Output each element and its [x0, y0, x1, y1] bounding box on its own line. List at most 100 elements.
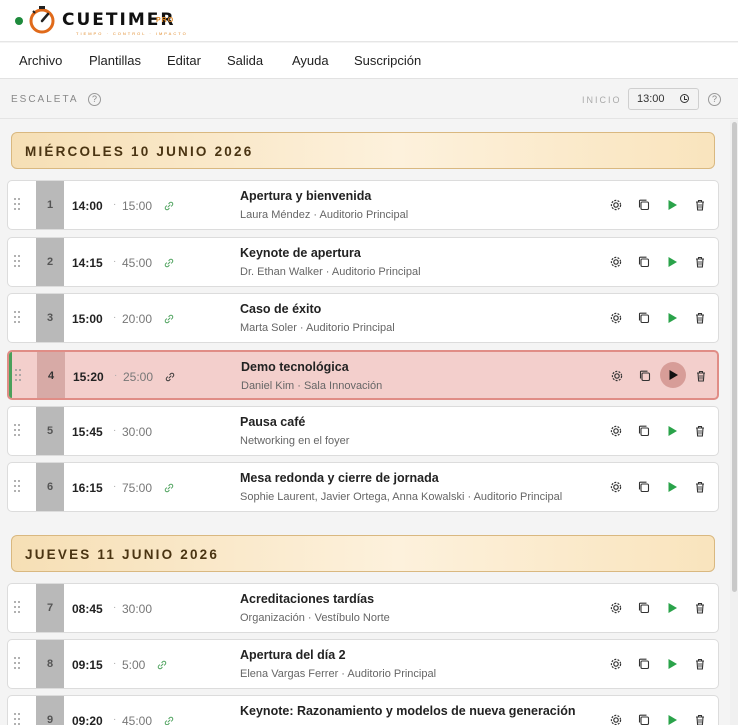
cue-row[interactable]: 4 15:20 · 25:00 Demo tecnológica Daniel Kim ·…: [7, 350, 719, 400]
duplicate-icon[interactable]: [637, 657, 651, 671]
trash-icon[interactable]: [693, 198, 707, 212]
cue-duration[interactable]: 25:00: [123, 370, 153, 384]
drag-handle-icon[interactable]: [14, 713, 22, 725]
settings-gear-icon[interactable]: [609, 311, 623, 325]
play-icon[interactable]: [665, 601, 679, 615]
menu-archivo[interactable]: Archivo: [19, 53, 62, 68]
cue-title[interactable]: Acreditaciones tardías: [240, 592, 374, 606]
settings-gear-icon[interactable]: [609, 424, 623, 438]
scrollbar-thumb[interactable]: [732, 122, 737, 592]
menu-suscripcion[interactable]: Suscripción: [354, 53, 421, 68]
duplicate-icon[interactable]: [637, 713, 651, 725]
duplicate-icon[interactable]: [638, 369, 652, 383]
help-icon[interactable]: ?: [88, 93, 101, 106]
cue-row[interactable]: 8 09:15 · 5:00 Apertura del día 2 Elena Varga…: [7, 639, 719, 689]
settings-gear-icon[interactable]: [609, 255, 623, 269]
cue-start-time[interactable]: 08:45: [72, 602, 103, 616]
trash-icon[interactable]: [693, 255, 707, 269]
drag-handle-icon[interactable]: [14, 601, 22, 615]
cue-start-time[interactable]: 14:00: [72, 199, 103, 213]
cue-duration[interactable]: 15:00: [122, 199, 152, 213]
cue-title[interactable]: Mesa redonda y cierre de jornada: [240, 471, 439, 485]
trash-icon[interactable]: [693, 601, 707, 615]
settings-gear-icon[interactable]: [609, 198, 623, 212]
menu-salida[interactable]: Salida: [227, 53, 263, 68]
drag-handle-icon[interactable]: [15, 369, 23, 383]
play-icon[interactable]: [665, 657, 679, 671]
duplicate-icon[interactable]: [637, 311, 651, 325]
play-icon[interactable]: [665, 311, 679, 325]
menu-editar[interactable]: Editar: [167, 53, 201, 68]
trash-icon[interactable]: [693, 657, 707, 671]
settings-gear-icon[interactable]: [609, 657, 623, 671]
inicio-help-icon[interactable]: ?: [708, 93, 721, 106]
drag-handle-icon[interactable]: [14, 480, 22, 494]
play-icon[interactable]: [665, 424, 679, 438]
cue-row[interactable]: 7 08:45 · 30:00 Acreditaciones tardías Organi…: [7, 583, 719, 633]
duplicate-icon[interactable]: [637, 480, 651, 494]
drag-handle-icon[interactable]: [14, 255, 22, 269]
cue-duration[interactable]: 30:00: [122, 425, 152, 439]
drag-handle-icon[interactable]: [14, 311, 22, 325]
trash-icon[interactable]: [693, 424, 707, 438]
cue-duration[interactable]: 20:00: [122, 312, 152, 326]
cue-subtitle[interactable]: Networking en el foyer: [240, 435, 349, 447]
cue-start-time[interactable]: 15:00: [72, 312, 103, 326]
cue-title[interactable]: Pausa café: [240, 415, 305, 429]
cue-duration[interactable]: 30:00: [122, 602, 152, 616]
cue-subtitle[interactable]: Daniel Kim · Sala Innovación: [241, 380, 382, 392]
cue-title[interactable]: Apertura y bienvenida: [240, 189, 371, 203]
cue-duration[interactable]: 45:00: [122, 256, 152, 270]
cue-row[interactable]: 9 09:20 · 45:00 Keynote: Razonamiento y mode…: [7, 695, 719, 725]
duplicate-icon[interactable]: [637, 198, 651, 212]
cue-row[interactable]: 5 15:45 · 30:00 Pausa café Networking en el f…: [7, 406, 719, 456]
cue-title[interactable]: Caso de éxito: [240, 302, 321, 316]
cue-title[interactable]: Keynote de apertura: [240, 246, 361, 260]
drag-handle-icon[interactable]: [14, 424, 22, 438]
cue-subtitle[interactable]: Elena Vargas Ferrer · Auditorio Principa…: [240, 668, 436, 680]
play-icon[interactable]: [666, 368, 680, 382]
menu-ayuda[interactable]: Ayuda: [292, 53, 329, 68]
clock-icon[interactable]: [680, 94, 689, 103]
link-icon[interactable]: [163, 715, 175, 725]
cue-start-time[interactable]: 09:15: [72, 658, 103, 672]
cue-title[interactable]: Apertura del día 2: [240, 648, 346, 662]
cue-row[interactable]: 2 14:15 · 45:00 Keynote de apertura Dr. Ethan…: [7, 237, 719, 287]
settings-gear-icon[interactable]: [609, 480, 623, 494]
cue-start-time[interactable]: 16:15: [72, 481, 103, 495]
cue-row[interactable]: 6 16:15 · 75:00 Mesa redonda y cierre de jor…: [7, 462, 719, 512]
trash-icon[interactable]: [693, 713, 707, 725]
link-icon[interactable]: [164, 371, 176, 383]
cue-subtitle[interactable]: Sophie Laurent, Javier Ortega, Anna Kowa…: [240, 491, 562, 503]
link-icon[interactable]: [163, 313, 175, 325]
play-icon[interactable]: [665, 480, 679, 494]
cue-subtitle[interactable]: Organización · Vestíbulo Norte: [240, 612, 390, 624]
cue-start-time[interactable]: 15:20: [73, 370, 104, 384]
duplicate-icon[interactable]: [637, 424, 651, 438]
cue-duration[interactable]: 75:00: [122, 481, 152, 495]
play-icon[interactable]: [665, 198, 679, 212]
cue-subtitle[interactable]: Laura Méndez · Auditorio Principal: [240, 209, 408, 221]
cue-start-time[interactable]: 15:45: [72, 425, 103, 439]
link-icon[interactable]: [163, 200, 175, 212]
cue-duration[interactable]: 5:00: [122, 658, 145, 672]
cue-row[interactable]: 1 14:00 · 15:00 Apertura y bienvenida Laura M…: [7, 180, 719, 230]
menu-plantillas[interactable]: Plantillas: [89, 53, 141, 68]
play-icon[interactable]: [665, 713, 679, 725]
settings-gear-icon[interactable]: [609, 713, 623, 725]
drag-handle-icon[interactable]: [14, 198, 22, 212]
cue-start-time[interactable]: 14:15: [72, 256, 103, 270]
trash-icon[interactable]: [693, 480, 707, 494]
cue-title[interactable]: Demo tecnológica: [241, 360, 349, 374]
settings-gear-icon[interactable]: [609, 601, 623, 615]
trash-icon[interactable]: [694, 369, 708, 383]
link-icon[interactable]: [163, 257, 175, 269]
link-icon[interactable]: [156, 659, 168, 671]
trash-icon[interactable]: [693, 311, 707, 325]
duplicate-icon[interactable]: [637, 601, 651, 615]
link-icon[interactable]: [163, 482, 175, 494]
cue-subtitle[interactable]: Dr. Ethan Walker · Auditorio Principal: [240, 266, 421, 278]
drag-handle-icon[interactable]: [14, 657, 22, 671]
cue-duration[interactable]: 45:00: [122, 714, 152, 725]
play-icon[interactable]: [665, 255, 679, 269]
